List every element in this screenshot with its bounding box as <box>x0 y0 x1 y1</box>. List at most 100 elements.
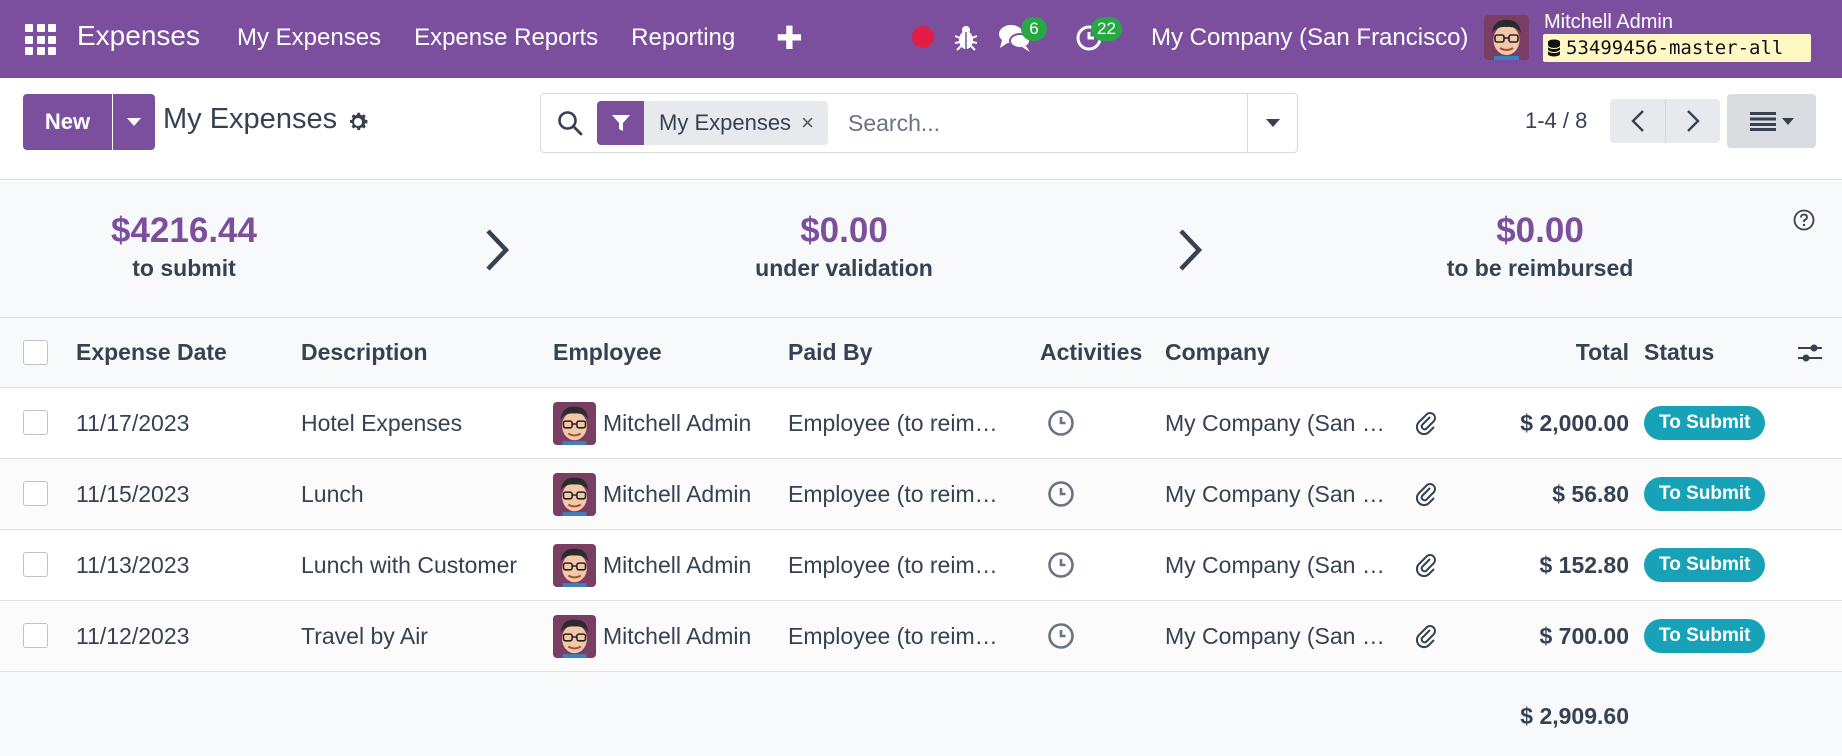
summary-label: to be reimbursed <box>1446 255 1634 281</box>
paperclip-icon[interactable] <box>1415 530 1445 600</box>
clock-icon[interactable] <box>1047 622 1075 650</box>
cell-total: $ 56.80 <box>1552 480 1629 507</box>
cell-status: To Submit <box>1644 459 1774 529</box>
clock-icon[interactable] <box>1047 551 1075 579</box>
table-row[interactable]: 11/15/2023 Lunch Mitchell Admin Employee… <box>0 459 1842 530</box>
new-dropdown-button[interactable] <box>113 94 155 150</box>
employee-name: Mitchell Admin <box>603 409 752 436</box>
table-row[interactable]: 11/13/2023 Lunch with Customer Mitchell … <box>0 530 1842 601</box>
chevron-right-icon <box>1687 110 1700 132</box>
cell-status: To Submit <box>1644 530 1774 600</box>
summary-to-be-reimbursed[interactable]: $0.00 to be reimbursed <box>1415 211 1665 282</box>
cell-company: My Company (San … <box>1165 551 1385 578</box>
cell-employee[interactable]: Mitchell Admin <box>553 530 781 600</box>
cell-description: Travel by Air <box>301 622 428 649</box>
cell-date: 11/13/2023 <box>76 551 190 578</box>
clock-icon[interactable] <box>1047 480 1075 508</box>
company-switcher[interactable]: My Company (San Francisco) <box>1151 24 1468 52</box>
table-row[interactable]: 11/12/2023 Travel by Air Mitchell Admin … <box>0 601 1842 672</box>
activities-count-badge: 22 <box>1091 17 1122 41</box>
cell-employee[interactable]: Mitchell Admin <box>553 601 781 671</box>
caret-down-icon <box>127 118 141 126</box>
status-badge: To Submit <box>1644 477 1766 511</box>
employee-name: Mitchell Admin <box>603 622 752 649</box>
employee-name: Mitchell Admin <box>603 551 752 578</box>
caret-down-icon <box>1265 119 1280 127</box>
clock-icon[interactable] <box>1047 409 1075 437</box>
cell-total: $ 152.80 <box>1539 551 1629 578</box>
summary-under-validation[interactable]: $0.00 under validation <box>724 211 964 282</box>
summary-label: to submit <box>132 255 236 281</box>
page-title: My Expenses <box>163 103 338 135</box>
view-switcher-button[interactable] <box>1727 94 1816 148</box>
status-badge: To Submit <box>1644 406 1766 440</box>
cell-activities <box>1040 601 1160 671</box>
plus-icon[interactable]: ✚ <box>776 19 803 57</box>
messages-count-badge: 6 <box>1021 17 1047 41</box>
cell-paid-by: Employee (to reim… <box>788 551 998 578</box>
bug-icon[interactable] <box>953 22 979 52</box>
column-header-employee[interactable]: Employee <box>553 318 781 387</box>
paperclip-icon[interactable] <box>1415 459 1445 529</box>
pager-value[interactable]: 1-4 / 8 <box>1525 108 1587 134</box>
column-header-paid-by[interactable]: Paid By <box>788 318 1018 387</box>
facet-close-button[interactable]: × <box>801 101 828 145</box>
cell-status: To Submit <box>1644 601 1774 671</box>
summary-to-submit[interactable]: $4216.44 to submit <box>84 211 284 282</box>
select-all-checkbox[interactable] <box>23 340 48 365</box>
search-input[interactable] <box>848 105 1248 141</box>
row-checkbox[interactable] <box>23 481 48 506</box>
employee-name: Mitchell Admin <box>603 480 752 507</box>
column-header-status[interactable]: Status <box>1644 318 1774 387</box>
search-options-toggle[interactable] <box>1247 94 1297 152</box>
chevron-right-large-icon <box>486 229 510 271</box>
row-checkbox[interactable] <box>23 552 48 577</box>
menu-reporting[interactable]: Reporting <box>631 24 735 52</box>
app-name[interactable]: Expenses <box>77 20 200 52</box>
user-name[interactable]: Mitchell Admin <box>1544 11 1673 34</box>
avatar <box>553 614 596 658</box>
cell-activities <box>1040 388 1160 458</box>
cell-employee[interactable]: Mitchell Admin <box>553 459 781 529</box>
grand-total: $ 2,909.60 <box>1520 702 1629 729</box>
avatar <box>553 543 596 587</box>
paperclip-icon[interactable] <box>1415 601 1445 671</box>
summary-label: under validation <box>755 255 933 281</box>
cell-activities <box>1040 530 1160 600</box>
row-checkbox[interactable] <box>23 623 48 648</box>
cell-company: My Company (San … <box>1165 480 1385 507</box>
row-checkbox[interactable] <box>23 410 48 435</box>
record-icon[interactable] <box>912 26 934 48</box>
paperclip-icon[interactable] <box>1415 388 1445 458</box>
summary-amount: $0.00 <box>800 211 888 250</box>
facet-label: My Expenses <box>659 110 792 135</box>
cell-status: To Submit <box>1644 388 1774 458</box>
gear-icon[interactable] <box>346 110 370 134</box>
apps-grid-icon[interactable] <box>25 24 56 55</box>
new-button[interactable]: New <box>23 94 112 150</box>
chevron-left-icon <box>1630 110 1644 132</box>
cell-company: My Company (San … <box>1165 622 1385 649</box>
cell-activities <box>1040 459 1160 529</box>
avatar <box>553 401 596 445</box>
column-header-company[interactable]: Company <box>1165 318 1395 387</box>
column-header-date[interactable]: Expense Date <box>76 318 286 387</box>
summary-amount: $4216.44 <box>111 211 257 250</box>
search-bar: My Expenses × <box>540 93 1298 153</box>
avatar[interactable] <box>1484 15 1529 60</box>
column-header-activities[interactable]: Activities <box>1040 318 1160 387</box>
pager-previous-button[interactable] <box>1610 99 1665 143</box>
table-row[interactable]: 11/17/2023 Hotel Expenses Mitchell Admin… <box>0 388 1842 459</box>
cell-date: 11/12/2023 <box>76 622 190 649</box>
column-header-total[interactable]: Total <box>1452 318 1629 387</box>
status-badge: To Submit <box>1644 619 1766 653</box>
control-panel: New My Expenses My Expenses × 1-4 / 8 <box>0 78 1842 180</box>
search-icon[interactable] <box>556 109 584 137</box>
column-options-icon[interactable] <box>1797 318 1827 387</box>
pager-next-button[interactable] <box>1665 99 1720 143</box>
menu-expense-reports[interactable]: Expense Reports <box>414 24 598 52</box>
menu-my-expenses[interactable]: My Expenses <box>237 24 381 52</box>
cell-employee[interactable]: Mitchell Admin <box>553 388 781 458</box>
column-header-description[interactable]: Description <box>301 318 551 387</box>
help-icon[interactable] <box>1793 209 1815 231</box>
